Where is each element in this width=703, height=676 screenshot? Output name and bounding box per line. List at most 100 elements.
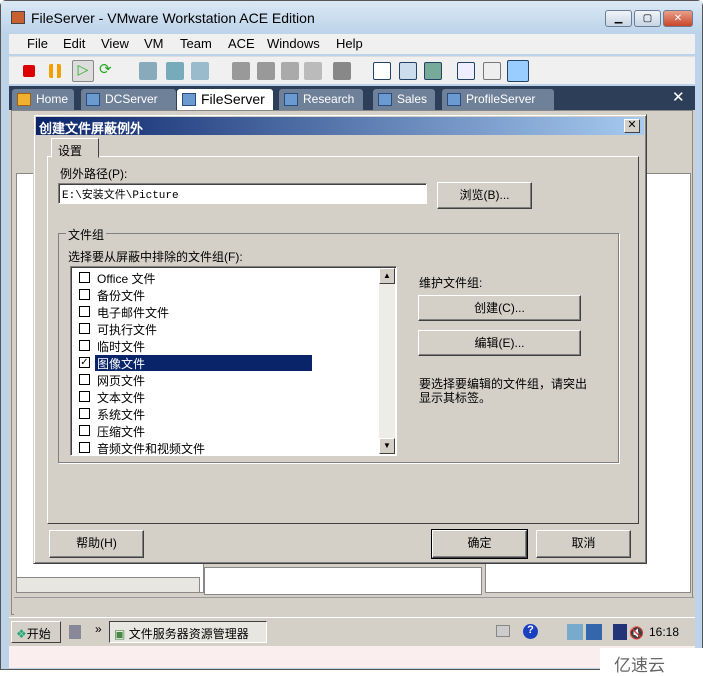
create-button[interactable]: 创建(C)...: [418, 295, 581, 321]
summary-icon[interactable]: [457, 62, 475, 80]
snapshot-manager-icon[interactable]: [191, 62, 209, 80]
close-tab-icon[interactable]: ✕: [672, 88, 685, 106]
checkbox[interactable]: [79, 442, 90, 453]
vm-icon: [182, 93, 196, 106]
menu-windows[interactable]: Windows: [267, 36, 320, 51]
center-pane: [204, 567, 482, 595]
more-icon[interactable]: »: [95, 622, 102, 636]
stop-icon[interactable]: [23, 65, 35, 77]
vm-icon: [447, 93, 461, 106]
list-item[interactable]: 压缩文件: [77, 422, 377, 439]
checkbox[interactable]: [79, 425, 90, 436]
menu-file[interactable]: File: [27, 36, 48, 51]
checkbox[interactable]: [79, 306, 90, 317]
tab-dcserver[interactable]: DCServer: [81, 89, 176, 110]
list-item-label: 备份文件: [97, 289, 146, 303]
dialog-close-button[interactable]: ✕: [624, 119, 640, 133]
tab-settings[interactable]: 设置: [51, 138, 99, 158]
pause-icon[interactable]: [49, 64, 61, 78]
play-icon[interactable]: ▷: [72, 60, 94, 82]
group-title: 文件组: [66, 226, 107, 243]
list-item[interactable]: 音频文件和视频文件: [77, 439, 377, 455]
checkbox[interactable]: [79, 340, 90, 351]
list-item[interactable]: 电子邮件文件: [77, 303, 377, 320]
list-item[interactable]: 可执行文件: [77, 320, 377, 337]
list-item[interactable]: 备份文件: [77, 286, 377, 303]
edit-button[interactable]: 编辑(E)...: [418, 330, 581, 356]
console-view-icon[interactable]: [507, 60, 529, 82]
tab-home[interactable]: Home: [12, 89, 74, 110]
maintain-label: 维护文件组:: [419, 276, 483, 290]
windows-logo-icon: ❖: [16, 627, 27, 641]
tray-icon-2[interactable]: [586, 624, 602, 640]
minimize-button[interactable]: ▁: [605, 10, 632, 27]
device-icon[interactable]: [281, 62, 299, 80]
vm-icon: [86, 93, 100, 106]
console-icon[interactable]: [333, 62, 351, 80]
hint-text: 要选择要编辑的文件组，请突出显示其标签。: [419, 377, 588, 405]
tab-research[interactable]: Research: [279, 89, 363, 110]
fullscreen-icon[interactable]: [399, 62, 417, 80]
close-button[interactable]: ✕: [663, 10, 693, 27]
appliance-icon[interactable]: [483, 62, 501, 80]
bottom-strip: [9, 646, 695, 668]
vm-icon: [284, 93, 298, 106]
menu-help[interactable]: Help: [336, 36, 363, 51]
tab-fileserver[interactable]: FileServer: [177, 89, 273, 110]
list-item[interactable]: 临时文件: [77, 337, 377, 354]
start-button[interactable]: ❖开始: [11, 621, 61, 643]
file-group-list[interactable]: Office 文件备份文件 电子邮件文件 可执行文件 临时文件 ✓ 图像文件 网页文件 文本文…: [70, 266, 397, 456]
cancel-button[interactable]: 取消: [536, 530, 631, 558]
help-icon[interactable]: ?: [523, 624, 538, 639]
revert-icon[interactable]: [166, 62, 184, 80]
menu-view[interactable]: View: [101, 36, 129, 51]
usb-icon[interactable]: [304, 62, 322, 80]
list-item-label: 系统文件: [97, 408, 146, 422]
list-item[interactable]: 文本文件: [77, 388, 377, 405]
team2-icon[interactable]: [257, 62, 275, 80]
horizontal-scrollbar[interactable]: [16, 577, 200, 593]
list-item[interactable]: 网页文件: [77, 371, 377, 388]
menu-team[interactable]: Team: [180, 36, 212, 51]
scroll-up-button[interactable]: ▲: [379, 268, 395, 284]
menu-vm[interactable]: VM: [144, 36, 164, 51]
keyboard-icon[interactable]: [496, 625, 510, 637]
browse-button[interactable]: 浏览(B)...: [437, 182, 532, 209]
list-item[interactable]: Office 文件: [77, 269, 377, 286]
list-item[interactable]: 系统文件: [77, 405, 377, 422]
tab-sales[interactable]: Sales: [373, 89, 435, 110]
list-item[interactable]: ✓ 图像文件: [77, 354, 377, 371]
snapshot-icon[interactable]: [139, 62, 157, 80]
volume-muted-icon[interactable]: 🔇: [629, 626, 644, 640]
checkbox[interactable]: [79, 391, 90, 402]
help-button[interactable]: 帮助(H): [49, 530, 144, 558]
list-item-label: 图像文件: [95, 355, 312, 371]
vm-tab-bar: Home DCServer FileServer Research Sales …: [9, 86, 695, 110]
maximize-button[interactable]: ▢: [634, 10, 661, 27]
checkbox[interactable]: [79, 272, 90, 283]
checkbox[interactable]: [79, 289, 90, 300]
checkbox[interactable]: [79, 323, 90, 334]
taskbar-item-fsrm[interactable]: ▣ 文件服务器资源管理器: [109, 621, 267, 643]
reset-icon[interactable]: ⟳: [99, 62, 117, 80]
status-bar: [14, 597, 694, 615]
menu-edit[interactable]: Edit: [63, 36, 85, 51]
scroll-down-button[interactable]: ▼: [379, 438, 395, 454]
server-icon[interactable]: [69, 625, 81, 639]
checkbox[interactable]: ✓: [79, 357, 90, 368]
title-bar: FileServer - VMware Workstation ACE Edit…: [1, 1, 702, 34]
quickswitch-icon[interactable]: [424, 62, 442, 80]
ok-button[interactable]: 确定: [431, 529, 528, 559]
checkbox[interactable]: [79, 374, 90, 385]
network-icon[interactable]: [613, 624, 627, 640]
tab-profileserver[interactable]: ProfileServer: [442, 89, 554, 110]
path-input[interactable]: E:\安装文件\Picture: [58, 183, 427, 204]
list-label: 选择要从屏蔽中排除的文件组(F):: [68, 250, 243, 264]
sidebar-view-icon[interactable]: [373, 62, 391, 80]
team-icon[interactable]: [232, 62, 250, 80]
checkbox[interactable]: [79, 408, 90, 419]
tray-icon-1[interactable]: [567, 624, 583, 640]
taskbar: ❖开始 » ▣ 文件服务器资源管理器 ? 🔇 16:18: [9, 617, 695, 645]
menu-ace[interactable]: ACE: [228, 36, 255, 51]
vertical-scrollbar[interactable]: ▲ ▼: [379, 268, 395, 454]
